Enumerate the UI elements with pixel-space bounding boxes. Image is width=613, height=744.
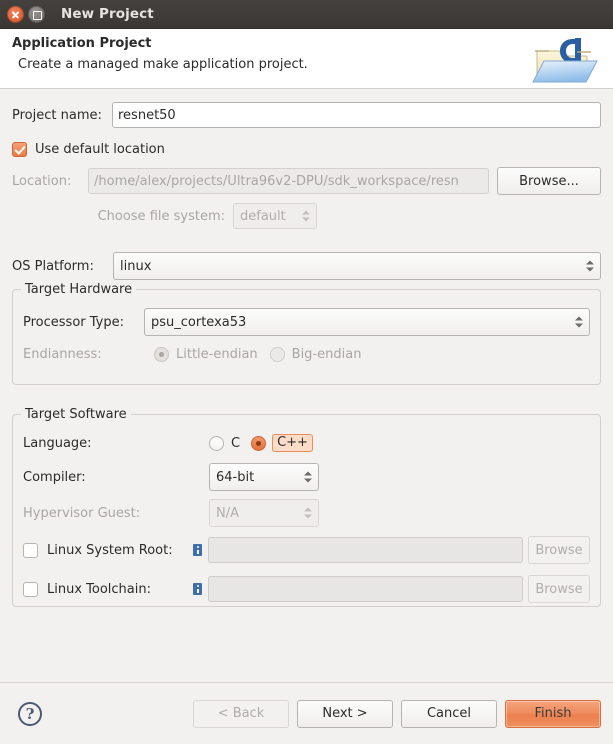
- endianness-little-label: Little-endian: [176, 347, 258, 362]
- location-browse-button[interactable]: Browse...: [497, 167, 601, 195]
- new-project-dialog: New Project Application Project Create a…: [0, 0, 613, 744]
- project-name-row: Project name: resnet50: [12, 102, 601, 128]
- project-name-label: Project name:: [12, 107, 102, 123]
- location-label: Location:: [12, 173, 72, 189]
- help-icon[interactable]: ?: [18, 701, 42, 726]
- file-system-row: Choose file system: default: [12, 203, 601, 229]
- window-title: New Project: [61, 6, 154, 22]
- dialog-footer: ? < Back Next > Cancel Finish: [0, 682, 613, 744]
- linux-toolchain-row: Linux Toolchain: Browse: [23, 575, 590, 603]
- hypervisor-guest-combo: N/A: [209, 499, 319, 527]
- footer-buttons: < Back Next > Cancel Finish: [193, 699, 601, 728]
- compiler-label: Compiler:: [23, 469, 86, 485]
- target-hardware-title: Target Hardware: [21, 282, 137, 297]
- file-system-label: Choose file system:: [97, 208, 225, 224]
- maximize-icon[interactable]: [28, 5, 45, 23]
- title-bar: New Project: [0, 0, 613, 29]
- linux-toolchain-input: [208, 576, 523, 602]
- compiler-row: Compiler: 64-bit: [23, 463, 590, 491]
- endianness-little-radio: [154, 347, 169, 362]
- hypervisor-guest-row: Hypervisor Guest: N/A: [23, 499, 590, 527]
- linux-toolchain-browse-button: Browse: [528, 575, 590, 603]
- compiler-value: 64-bit: [216, 469, 255, 485]
- use-default-location-label: Use default location: [35, 142, 165, 157]
- linux-toolchain-label: Linux Toolchain:: [47, 581, 151, 597]
- hypervisor-guest-value: N/A: [216, 505, 239, 521]
- language-c-label: C: [231, 435, 241, 451]
- page-title: Application Project: [12, 36, 152, 51]
- target-software-title: Target Software: [21, 407, 131, 422]
- os-platform-label: OS Platform:: [12, 258, 94, 274]
- os-platform-row: OS Platform: linux: [12, 252, 601, 280]
- hypervisor-guest-label: Hypervisor Guest:: [23, 505, 141, 521]
- hypervisor-guest-spinner-icon: [304, 507, 312, 519]
- c-project-folder-icon: [532, 38, 598, 83]
- use-default-location-checkbox[interactable]: [12, 142, 27, 157]
- file-system-combo: default: [233, 203, 317, 229]
- os-platform-spinner-icon[interactable]: [586, 260, 594, 272]
- endianness-big-radio: [269, 347, 285, 362]
- dialog-header: Application Project Create a managed mak…: [0, 29, 613, 89]
- linux-system-root-label: Linux System Root:: [47, 542, 173, 558]
- location-input: /home/alex/projects/Ultra96v2-DPU/sdk_wo…: [88, 168, 489, 194]
- page-subtitle: Create a managed make application projec…: [18, 57, 308, 72]
- use-default-location-row[interactable]: Use default location: [12, 142, 601, 157]
- dialog-body: Project name: resnet50 Use default locat…: [0, 89, 613, 682]
- language-label: Language:: [23, 435, 92, 451]
- linux-system-root-info-icon[interactable]: [193, 544, 202, 556]
- back-button: < Back: [193, 699, 289, 728]
- compiler-spinner-icon[interactable]: [304, 471, 312, 483]
- processor-type-label: Processor Type:: [23, 314, 124, 330]
- linux-toolchain-info-icon[interactable]: [193, 583, 202, 595]
- endianness-row: Endianness: Little-endian Big-endian: [23, 347, 590, 362]
- language-cpp-radio[interactable]: [251, 435, 267, 451]
- linux-system-root-browse-button: Browse: [528, 536, 590, 564]
- processor-type-row: Processor Type: psu_cortexa53: [23, 308, 590, 336]
- endianness-big-label: Big-endian: [291, 347, 362, 362]
- endianness-label: Endianness:: [23, 347, 102, 362]
- processor-type-spinner-icon[interactable]: [575, 316, 583, 328]
- cancel-button[interactable]: Cancel: [401, 699, 497, 728]
- os-platform-combo[interactable]: linux: [113, 252, 601, 280]
- next-button[interactable]: Next >: [297, 699, 393, 728]
- linux-system-root-input: [208, 537, 523, 563]
- project-name-input[interactable]: resnet50: [112, 102, 601, 128]
- os-platform-value: linux: [120, 258, 152, 274]
- processor-type-combo[interactable]: psu_cortexa53: [144, 308, 590, 336]
- linux-system-root-row: Linux System Root: Browse: [23, 536, 590, 564]
- linux-system-root-checkbox[interactable]: [23, 542, 38, 558]
- language-row: Language: C C++: [23, 434, 590, 452]
- finish-button[interactable]: Finish: [505, 699, 601, 728]
- compiler-combo[interactable]: 64-bit: [209, 463, 319, 491]
- language-cpp-label[interactable]: C++: [272, 434, 313, 452]
- linux-toolchain-checkbox[interactable]: [23, 581, 38, 597]
- file-system-value: default: [240, 208, 286, 224]
- close-icon[interactable]: [7, 5, 24, 23]
- processor-type-value: psu_cortexa53: [151, 314, 247, 330]
- file-system-spinner-icon: [302, 210, 310, 222]
- language-c-radio[interactable]: [209, 435, 224, 451]
- location-row: Location: /home/alex/projects/Ultra96v2-…: [12, 167, 601, 195]
- target-hardware-group: Target Hardware Processor Type: psu_cort…: [12, 282, 601, 385]
- target-software-group: Target Software Language: C C++ Compiler…: [12, 407, 601, 607]
